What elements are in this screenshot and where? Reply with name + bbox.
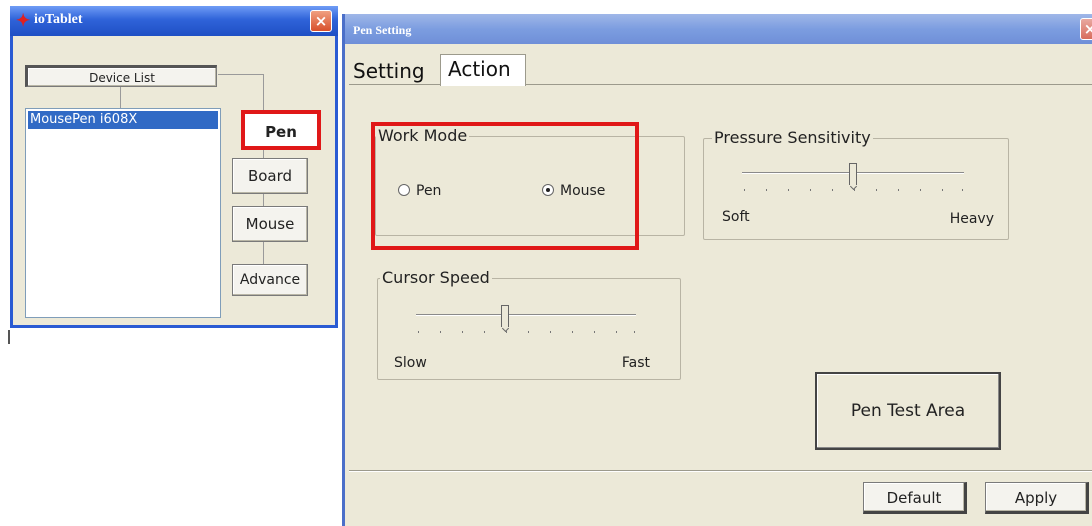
tree-connector [218, 74, 264, 75]
device-list[interactable]: MousePen i608X [25, 108, 221, 318]
tab-action-label: Action [448, 57, 511, 81]
advance-button[interactable]: Advance [232, 264, 308, 296]
slider-thumb[interactable] [501, 305, 509, 327]
board-button-label: Board [247, 167, 293, 185]
apply-button[interactable]: Apply [985, 482, 1089, 514]
cursor-speed-max-label: Fast [621, 355, 650, 371]
slider-tick [898, 189, 899, 191]
mouse-button[interactable]: Mouse [232, 206, 308, 242]
mouse-button-label: Mouse [245, 215, 295, 233]
iotablet-close-button[interactable]: × [310, 10, 332, 32]
slider-track [416, 314, 636, 316]
slider-tick [440, 331, 441, 333]
device-name: MousePen i608X [30, 112, 138, 127]
slider-tick [942, 189, 943, 191]
bottom-separator [349, 470, 1092, 472]
slider-tick [920, 189, 921, 191]
slider-tick [418, 331, 419, 333]
app-logo-icon: ✦ [16, 11, 31, 30]
slider-thumb[interactable] [849, 163, 857, 185]
pen-test-area[interactable]: Pen Test Area [815, 372, 1001, 450]
default-button[interactable]: Default [863, 482, 967, 514]
advance-button-label: Advance [239, 272, 301, 288]
pressure-sensitivity-slider[interactable] [742, 161, 964, 195]
slider-tick [832, 189, 833, 191]
slider-tick [634, 331, 635, 333]
slider-tick [876, 189, 877, 191]
cursor-speed-label: Cursor Speed [380, 268, 492, 287]
device-list-header: Device List [25, 65, 217, 87]
close-icon: × [314, 12, 328, 30]
cursor-speed-group: Cursor Speed Slow Fast [377, 268, 681, 380]
tab-setting-label: Setting [353, 59, 425, 83]
slider-tick [616, 331, 617, 333]
pen-setting-titlebar[interactable]: Pen Setting × [345, 14, 1092, 44]
pen-button-label: Pen [265, 123, 297, 141]
pen-setting-close-button[interactable]: × [1080, 18, 1092, 40]
tab-setting[interactable]: Setting [353, 58, 437, 84]
pen-test-area-label: Pen Test Area [850, 401, 966, 421]
pressure-max-label: Heavy [949, 211, 994, 227]
slider-tick [766, 189, 767, 191]
pressure-sensitivity-group: Pressure Sensitivity Soft Heavy [703, 128, 1009, 240]
slider-tick [788, 189, 789, 191]
pen-button[interactable]: Pen [241, 110, 321, 150]
close-icon: × [1083, 20, 1092, 38]
iotablet-window: ✦ ioTablet × Device List MousePen i608X … [10, 6, 338, 328]
slider-tick [462, 331, 463, 333]
tab-action[interactable]: Action [440, 54, 526, 86]
slider-tick [550, 331, 551, 333]
list-item-device[interactable]: MousePen i608X [28, 111, 218, 129]
default-button-label: Default [886, 489, 942, 507]
slider-tick [484, 331, 485, 333]
slider-tick [962, 189, 963, 191]
apply-button-label: Apply [1014, 489, 1058, 507]
board-button[interactable]: Board [232, 158, 308, 194]
pen-setting-title: Pen Setting [353, 23, 412, 37]
desktop-edge [8, 330, 10, 344]
slider-tick [594, 331, 595, 333]
device-list-label: Device List [89, 71, 155, 85]
pen-setting-window: Pen Setting × Setting Action Work Mode P… [342, 14, 1092, 526]
cursor-speed-slider[interactable] [416, 303, 636, 337]
iotablet-titlebar[interactable]: ✦ ioTablet × [10, 6, 338, 36]
tree-connector [120, 86, 121, 108]
work-mode-highlight [371, 122, 639, 250]
cursor-speed-min-label: Slow [394, 355, 427, 371]
slider-tick [810, 189, 811, 191]
pressure-min-label: Soft [722, 209, 750, 225]
pressure-sensitivity-label: Pressure Sensitivity [712, 128, 873, 147]
slider-tick [528, 331, 529, 333]
slider-tick [572, 331, 573, 333]
slider-tick [744, 189, 745, 191]
iotablet-title: ioTablet [34, 12, 83, 27]
